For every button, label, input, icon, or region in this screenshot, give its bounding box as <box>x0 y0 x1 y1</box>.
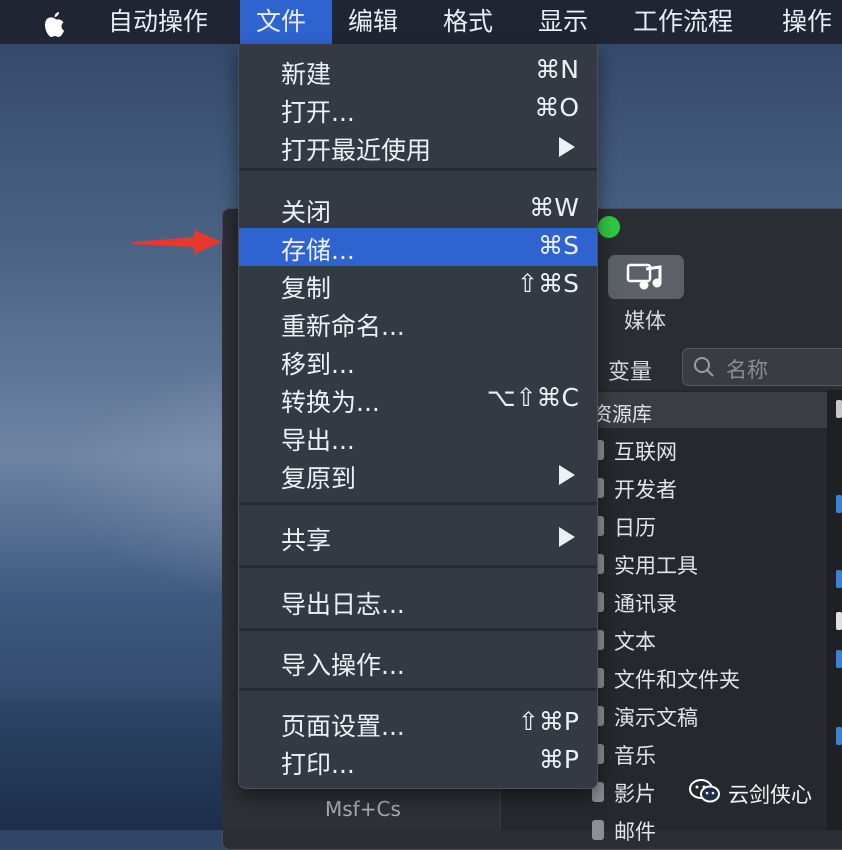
library-item[interactable]: 通讯录 <box>614 588 677 618</box>
menu-item-label: 重新命名... <box>281 312 405 341</box>
media-button[interactable] <box>608 255 684 299</box>
action-icon <box>836 612 842 630</box>
menu-separator <box>239 688 597 691</box>
menu-item-label: 打开最近使用 <box>281 136 432 165</box>
action-icon <box>836 570 842 588</box>
menubar-item-6[interactable]: 操作 <box>782 0 832 44</box>
menubar-item-1[interactable]: 文件 <box>240 0 332 44</box>
menu-item-shortcut: ⌥⇧⌘C <box>486 383 579 412</box>
file-menu: 新建 ⌘N 打开... ⌘O 打开最近使用 关闭 ⌘W 存储... ⌘S 复制 ⇧⌘S 重新命名...… <box>238 44 598 789</box>
media-icon <box>626 263 662 290</box>
submenu-arrow-icon <box>559 465 575 485</box>
menu-separator <box>239 565 597 568</box>
file-menu-item[interactable]: 转换为... ⌥⇧⌘C <box>239 380 597 418</box>
menu-item-label: 新建 <box>281 60 332 89</box>
submenu-arrow-icon <box>559 137 575 157</box>
zoom-window-button[interactable] <box>598 216 620 238</box>
menu-separator <box>239 168 597 171</box>
actions-list-strip <box>827 390 842 830</box>
search-placeholder: 名称 <box>726 358 768 382</box>
menu-item-label: 移到... <box>281 350 355 379</box>
apple-logo-icon[interactable] <box>40 8 68 38</box>
annotation-arrow-icon <box>132 230 222 254</box>
file-menu-item[interactable]: 打开最近使用 <box>239 128 597 166</box>
library-item[interactable]: 文本 <box>614 626 656 656</box>
library-item[interactable]: 邮件 <box>614 816 656 846</box>
file-menu-item[interactable]: 导出日志... <box>239 582 597 620</box>
file-menu-item[interactable]: 新建 ⌘N <box>239 52 597 90</box>
menubar-item-3[interactable]: 格式 <box>443 0 493 44</box>
file-menu-item[interactable]: 导出... <box>239 418 597 456</box>
menu-item-shortcut: ⌘N <box>535 55 579 84</box>
library-item[interactable]: 演示文稿 <box>614 702 698 732</box>
library-item[interactable]: 实用工具 <box>614 550 698 580</box>
menu-item-shortcut: ⌘W <box>529 193 579 222</box>
menu-item-label: 导出... <box>281 426 355 455</box>
workflow-footer-text: Msf+Cs <box>325 797 401 821</box>
menu-item-label: 转换为... <box>281 388 380 417</box>
menu-separator <box>239 502 597 505</box>
file-menu-item[interactable]: 复制 ⇧⌘S <box>239 266 597 304</box>
action-icon <box>836 400 842 418</box>
library-item[interactable]: 日历 <box>614 512 656 542</box>
action-icon <box>836 727 842 745</box>
action-icon <box>836 650 842 668</box>
menu-item-label: 打开... <box>281 98 355 127</box>
menu-item-label: 打印... <box>281 750 355 779</box>
menu-item-label: 共享 <box>281 526 332 555</box>
menu-item-label: 存储... <box>281 236 355 265</box>
variables-tab[interactable]: 变量 <box>608 354 652 386</box>
menu-item-shortcut: ⇧⌘P <box>517 707 579 736</box>
library-item[interactable]: 开发者 <box>614 474 677 504</box>
menu-item-label: 复制 <box>281 274 332 303</box>
media-label: 媒体 <box>624 309 666 333</box>
submenu-arrow-icon <box>559 527 575 547</box>
watermark-text: 云剑侠心 <box>728 783 812 807</box>
menu-item-shortcut: ⌘P <box>538 745 579 774</box>
menubar-item-0[interactable]: 自动操作 <box>108 0 208 44</box>
file-menu-item[interactable]: 移到... <box>239 342 597 380</box>
file-menu-item[interactable]: 重新命名... <box>239 304 597 342</box>
menu-item-shortcut: ⌘O <box>534 93 579 122</box>
menu-item-shortcut: ⇧⌘S <box>517 269 579 298</box>
menu-bar: 自动操作 文件 编辑 格式 显示 工作流程 操作 <box>0 0 842 44</box>
search-icon <box>694 357 714 377</box>
menu-item-label: 关闭 <box>281 198 332 227</box>
file-menu-item[interactable]: 页面设置... ⇧⌘P <box>239 704 597 742</box>
file-menu-item[interactable]: 打开... ⌘O <box>239 90 597 128</box>
menubar-item-4[interactable]: 显示 <box>538 0 588 44</box>
menu-item-label: 导入操作... <box>281 651 405 680</box>
menu-item-label: 页面设置... <box>281 712 405 741</box>
menu-separator <box>239 628 597 631</box>
wechat-icon <box>689 779 720 803</box>
file-menu-item[interactable]: 关闭 ⌘W <box>239 190 597 228</box>
menu-item-label: 导出日志... <box>281 590 405 619</box>
library-item[interactable]: 互联网 <box>614 436 677 466</box>
file-menu-item[interactable]: 共享 <box>239 518 597 556</box>
file-menu-item[interactable]: 打印... ⌘P <box>239 742 597 780</box>
menu-item-shortcut: ⌘S <box>538 231 579 260</box>
library-item[interactable]: 文件和文件夹 <box>614 664 740 694</box>
file-menu-item[interactable]: 复原到 <box>239 456 597 494</box>
library-item[interactable]: 影片 <box>614 778 656 808</box>
library-item[interactable]: 音乐 <box>614 740 656 770</box>
file-menu-item[interactable]: 存储... ⌘S <box>239 228 597 266</box>
menubar-item-2[interactable]: 编辑 <box>348 0 398 44</box>
file-menu-item[interactable]: 导入操作... <box>239 643 597 681</box>
library-category-icon <box>592 820 604 840</box>
menu-item-label: 复原到 <box>281 464 357 493</box>
menubar-item-5[interactable]: 工作流程 <box>633 0 733 44</box>
action-icon <box>836 495 842 513</box>
library-title: 资源库 <box>592 402 652 426</box>
